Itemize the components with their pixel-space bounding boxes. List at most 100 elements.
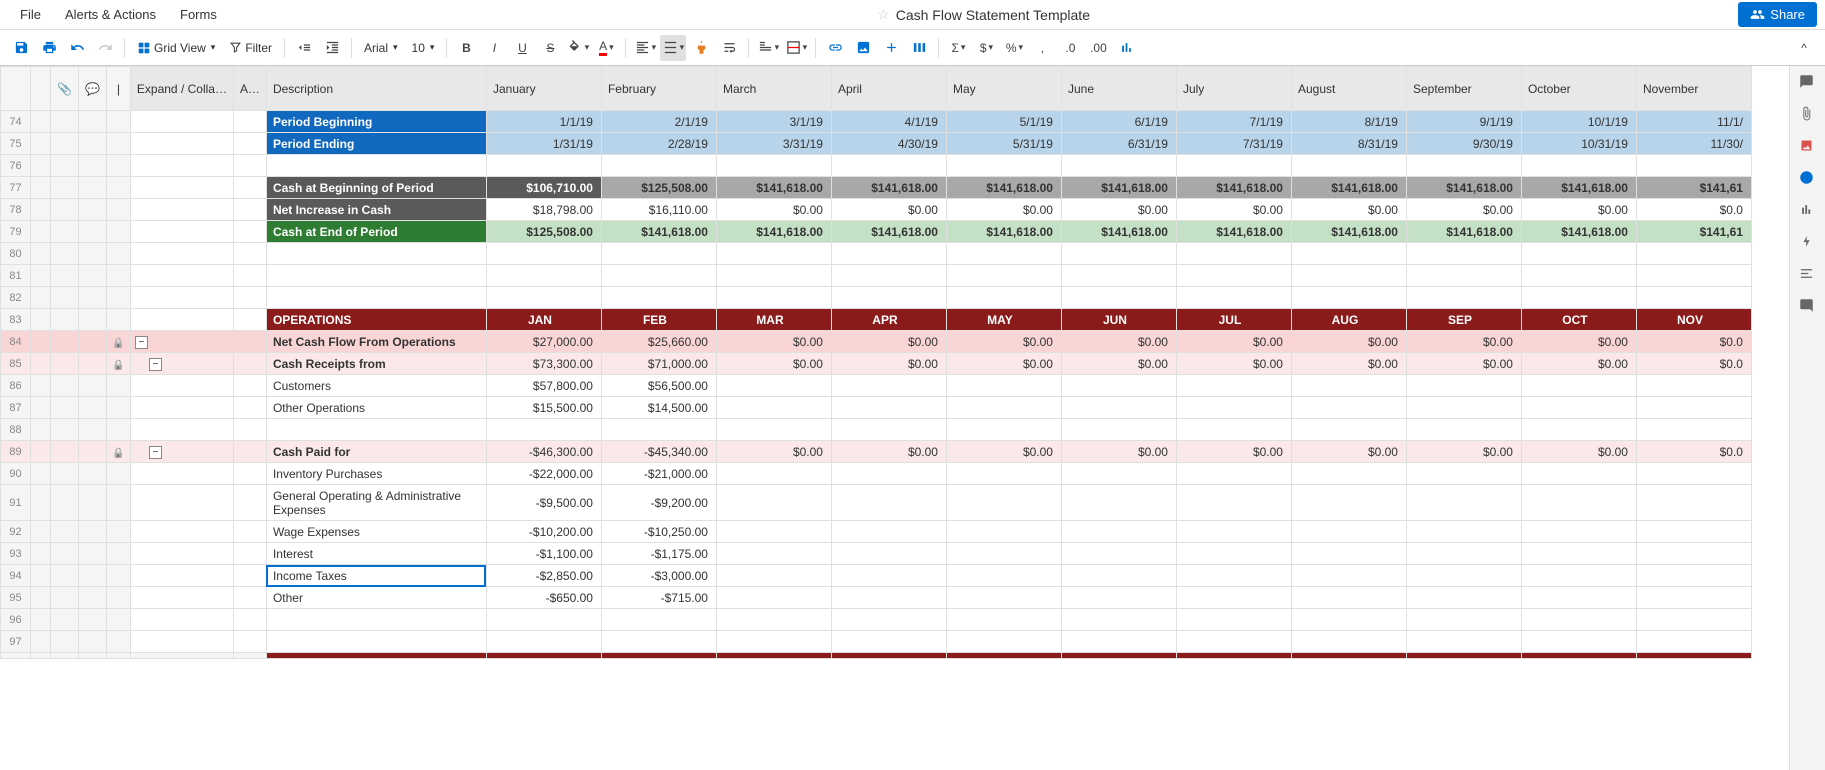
cell[interactable] [1176, 243, 1291, 265]
cell[interactable]: $0.0 [1636, 441, 1751, 463]
cell[interactable] [1521, 543, 1636, 565]
cell[interactable] [946, 521, 1061, 543]
table-row[interactable]: 92Wage Expenses-$10,200.00-$10,250.00 [1, 521, 1752, 543]
cell[interactable]: $0.00 [1406, 353, 1521, 375]
expand-collapse-column[interactable]: Expand / Colla… [130, 67, 233, 111]
cell[interactable] [1406, 397, 1521, 419]
cell[interactable]: $141,618.00 [1406, 177, 1521, 199]
cell[interactable] [716, 609, 831, 631]
grid-view-button[interactable]: Grid View [131, 41, 221, 55]
cell[interactable] [1176, 375, 1291, 397]
cell[interactable] [1061, 631, 1176, 653]
cell[interactable] [1176, 265, 1291, 287]
cell[interactable] [831, 265, 946, 287]
cell[interactable] [1521, 631, 1636, 653]
chart-quick-icon[interactable] [1113, 35, 1139, 61]
cell-description[interactable]: Cash Receipts from [266, 353, 486, 375]
month-column[interactable]: February [601, 67, 716, 111]
month-column[interactable]: November [1636, 67, 1751, 111]
cell[interactable]: -$3,000.00 [601, 565, 716, 587]
month-column[interactable]: July [1176, 67, 1291, 111]
cell[interactable]: $141,61 [1636, 177, 1751, 199]
cell[interactable]: $0.0 [1636, 331, 1751, 353]
cell[interactable]: $106,710.00 [486, 177, 601, 199]
cell[interactable] [946, 631, 1061, 653]
cell[interactable] [601, 243, 716, 265]
row-number[interactable]: 77 [1, 177, 31, 199]
cell[interactable]: $0.00 [1061, 331, 1176, 353]
cell[interactable] [831, 609, 946, 631]
row-number[interactable]: 85 [1, 353, 31, 375]
cell[interactable]: SEP [1406, 309, 1521, 331]
cell[interactable]: $125,508.00 [601, 177, 716, 199]
cell[interactable]: 6/1/19 [1061, 111, 1176, 133]
cell[interactable]: MAY [946, 309, 1061, 331]
cell[interactable]: $141,618.00 [601, 221, 716, 243]
table-row[interactable]: 89−Cash Paid for-$46,300.00-$45,340.00$0… [1, 441, 1752, 463]
cell[interactable]: $0.00 [1521, 331, 1636, 353]
redo-icon[interactable] [92, 35, 118, 61]
cell[interactable]: $14,500.00 [601, 397, 716, 419]
cell[interactable]: $141,618.00 [1291, 221, 1406, 243]
cell[interactable]: -$9,200.00 [601, 485, 716, 521]
cell[interactable]: 3/31/19 [716, 133, 831, 155]
cell[interactable]: $15,500.00 [486, 397, 601, 419]
cell[interactable]: $0.00 [1061, 353, 1176, 375]
row-number[interactable]: 88 [1, 419, 31, 441]
cell[interactable]: $0.00 [1521, 199, 1636, 221]
cell[interactable] [1406, 265, 1521, 287]
cell[interactable]: $0.0 [1636, 353, 1751, 375]
cell[interactable] [1291, 243, 1406, 265]
table-row[interactable]: 84−Net Cash Flow From Operations$27,000.… [1, 331, 1752, 353]
cell[interactable] [486, 419, 601, 441]
cell[interactable]: $0.00 [1061, 199, 1176, 221]
activity-panel-icon[interactable] [1799, 234, 1817, 252]
cell[interactable]: $141,618.00 [1061, 221, 1176, 243]
cell[interactable]: 5/31/19 [946, 133, 1061, 155]
comments-panel-icon[interactable] [1799, 74, 1817, 92]
cell[interactable] [1521, 155, 1636, 177]
cell[interactable]: $0.00 [831, 353, 946, 375]
cell[interactable]: $56,500.00 [601, 375, 716, 397]
lock-column-icon[interactable]: | [106, 67, 130, 111]
cell[interactable] [1406, 155, 1521, 177]
cell[interactable] [1291, 419, 1406, 441]
cell[interactable] [1406, 609, 1521, 631]
share-button[interactable]: Share [1738, 2, 1817, 27]
row-number[interactable]: 82 [1, 287, 31, 309]
cell-description[interactable]: Period Ending [266, 133, 486, 155]
cell[interactable]: 1/31/19 [486, 133, 601, 155]
cell[interactable] [1061, 419, 1176, 441]
cell[interactable] [716, 419, 831, 441]
cell[interactable]: APR [831, 309, 946, 331]
cell[interactable] [946, 419, 1061, 441]
cell[interactable] [1636, 521, 1751, 543]
cell[interactable]: $0.00 [946, 441, 1061, 463]
cell[interactable]: 4/30/19 [831, 133, 946, 155]
cell[interactable] [716, 587, 831, 609]
cell[interactable] [1061, 543, 1176, 565]
cell[interactable]: $0.00 [1521, 441, 1636, 463]
cell[interactable] [716, 463, 831, 485]
collapse-toolbar-icon[interactable]: ^ [1791, 35, 1817, 61]
link-icon[interactable] [822, 35, 848, 61]
cell[interactable] [716, 375, 831, 397]
cell[interactable] [1291, 463, 1406, 485]
cell[interactable] [831, 287, 946, 309]
cell[interactable] [486, 287, 601, 309]
row-number[interactable]: 94 [1, 565, 31, 587]
cell[interactable]: -$45,340.00 [601, 441, 716, 463]
cell[interactable] [1176, 565, 1291, 587]
cell[interactable]: FEB [601, 309, 716, 331]
cell[interactable] [1176, 155, 1291, 177]
cell[interactable]: 5/1/19 [946, 111, 1061, 133]
cell[interactable] [601, 419, 716, 441]
month-column[interactable]: September [1406, 67, 1521, 111]
cell[interactable]: $71,000.00 [601, 353, 716, 375]
cell[interactable]: 7/1/19 [1176, 111, 1291, 133]
align-left-icon[interactable] [632, 35, 658, 61]
cell[interactable]: $0.00 [1291, 353, 1406, 375]
cell[interactable] [1636, 155, 1751, 177]
split-icon[interactable] [906, 35, 932, 61]
table-row[interactable]: 77Cash at Beginning of Period$106,710.00… [1, 177, 1752, 199]
